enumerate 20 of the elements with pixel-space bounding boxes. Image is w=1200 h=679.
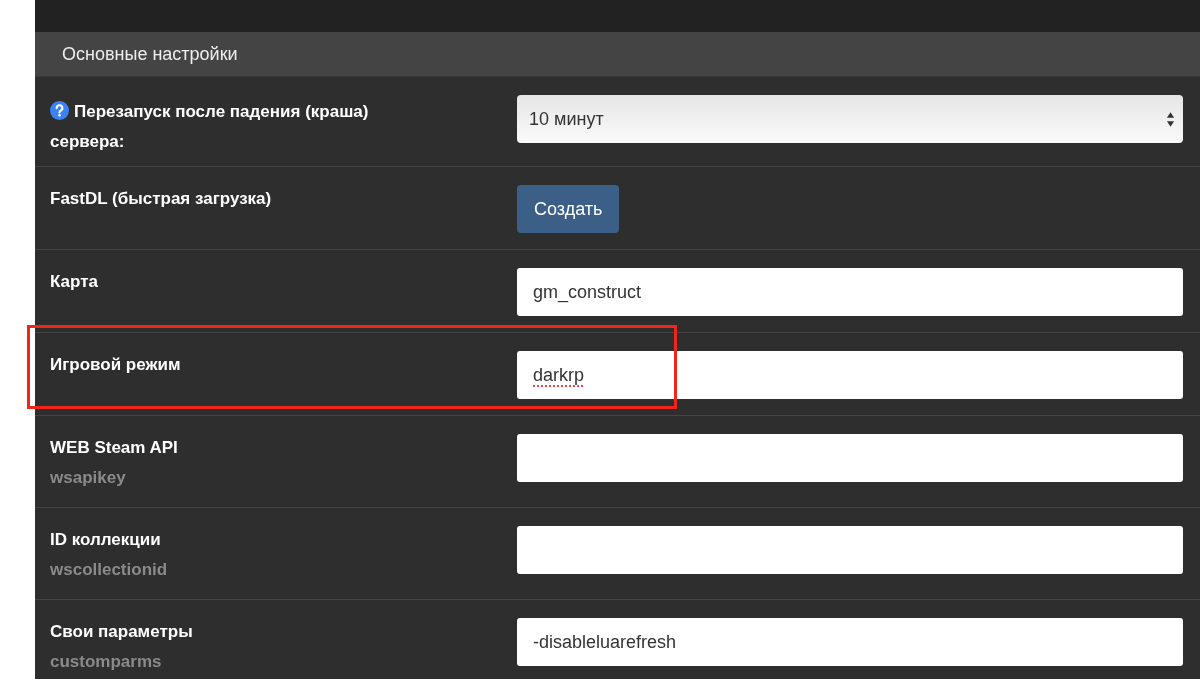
setting-label: FastDL (быстрая загрузка)	[50, 188, 273, 210]
text-field[interactable]: -disableluarefresh	[517, 618, 1183, 666]
setting-label: ID коллекции	[50, 529, 162, 551]
setting-label: Перезапуск после падения (краша) сервера:	[50, 100, 370, 153]
updown-icon	[1166, 110, 1175, 128]
setting-label: WEB Steam API	[50, 437, 179, 459]
setting-label: Карта	[50, 271, 99, 293]
text-field[interactable]: darkrp	[517, 351, 1183, 399]
setting-key: customparms	[50, 647, 502, 677]
setting-key: wsapikey	[50, 463, 502, 493]
create-button[interactable]: Создать	[517, 185, 620, 233]
select-field[interactable]: 10 минут	[517, 95, 1183, 143]
setting-key: wscollectionid	[50, 555, 502, 585]
text-field[interactable]	[517, 434, 1183, 482]
text-field[interactable]: gm_construct	[517, 268, 1183, 316]
setting-label: Свои параметры	[50, 621, 194, 643]
text-field[interactable]	[517, 526, 1183, 574]
panel-title: Основные настройки	[62, 43, 238, 65]
setting-label: Игровой режим	[50, 354, 182, 376]
help-icon[interactable]	[50, 101, 69, 120]
